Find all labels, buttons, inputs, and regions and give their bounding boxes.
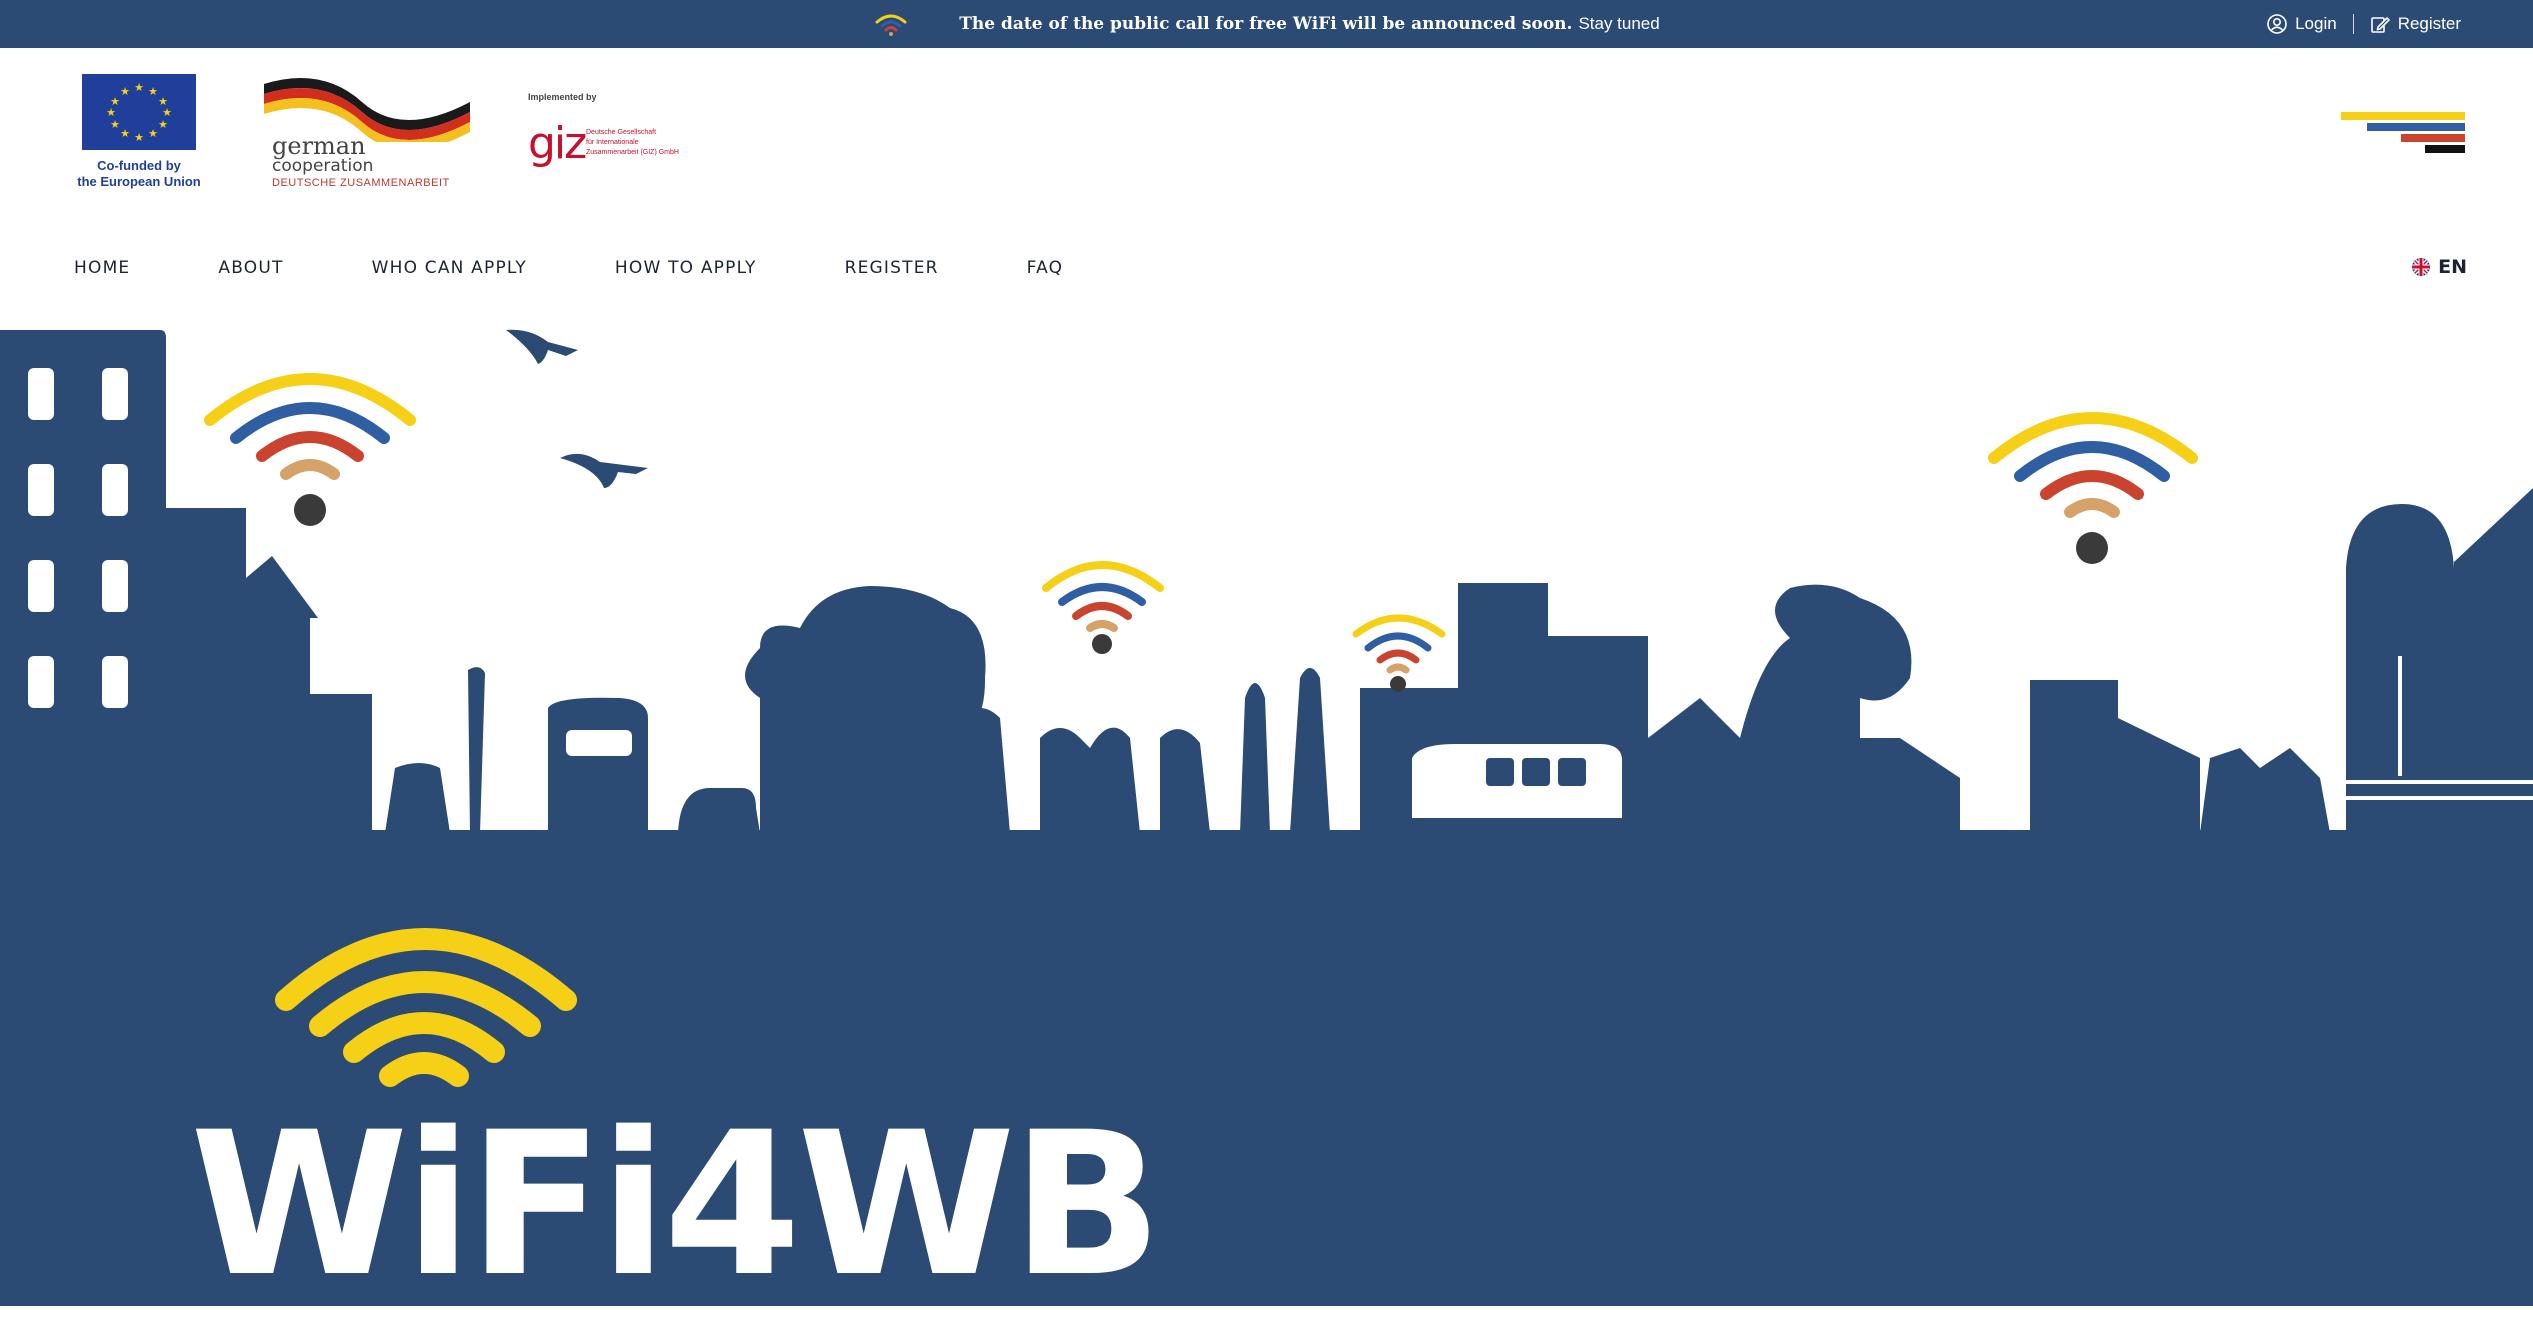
language-label: EN (2438, 256, 2467, 278)
giz-line-2: für Internationale (586, 139, 639, 146)
main-nav: HOME ABOUT WHO CAN APPLY HOW TO APPLY RE… (0, 218, 2533, 318)
svg-text:★: ★ (120, 127, 130, 140)
menu-bar-black (2425, 145, 2465, 153)
eu-caption-line1: Co-funded by (97, 158, 181, 173)
nav-item-who-can-apply[interactable]: WHO CAN APPLY (372, 258, 527, 278)
wifi-icon-small (1352, 614, 1446, 692)
wifi-icon (875, 14, 907, 36)
nav-item-register[interactable]: REGISTER (845, 258, 939, 278)
nav-item-home[interactable]: HOME (74, 258, 130, 278)
register-label: Register (2397, 14, 2461, 33)
brand-title: WiFi4WB (190, 1089, 1162, 1320)
announcement-bar: The date of the public call for free WiF… (0, 0, 2533, 48)
gc-word-cooperation: cooperation (272, 156, 374, 176)
language-selector[interactable]: EN (2412, 256, 2467, 278)
svg-text:★: ★ (110, 95, 120, 108)
wifi-icon-large-right (1988, 412, 2198, 564)
svg-text:★: ★ (110, 118, 120, 131)
nav-item-how-to-apply[interactable]: HOW TO APPLY (615, 258, 757, 278)
nav-item-faq[interactable]: FAQ (1027, 258, 1064, 278)
hero-banner: WiFi4WB (0, 318, 2533, 1306)
nav-item-about[interactable]: ABOUT (218, 258, 283, 278)
gc-word-zusammenarbeit: DEUTSCHE ZUSAMMENARBEIT (272, 177, 450, 189)
wifi-icon-large-left (204, 373, 416, 526)
login-link[interactable]: Login (2267, 14, 2337, 34)
svg-text:★: ★ (120, 85, 130, 98)
auth-links: Login Register (2267, 0, 2461, 48)
eu-caption-line2: the European Union (77, 174, 201, 189)
user-circle-icon (2267, 14, 2287, 34)
svg-text:★: ★ (134, 131, 144, 144)
login-label: Login (2295, 14, 2337, 33)
eu-logo: ★ ★ ★ ★ ★ ★ ★ ★ ★ ★ ★ ★ Co-funded by the Europea… (74, 74, 204, 190)
svg-text:★: ★ (134, 81, 144, 94)
svg-text:★: ★ (148, 85, 158, 98)
menu-bar-red (2401, 134, 2465, 142)
announcement-text: The date of the public call for free WiF… (959, 14, 1573, 34)
auth-divider (2352, 14, 2354, 34)
menu-icon[interactable] (2337, 112, 2465, 156)
giz-mark: giz (528, 118, 587, 169)
wifi-icon-mid (1042, 561, 1164, 654)
register-link[interactable]: Register (2370, 14, 2461, 34)
logo-header: ★ ★ ★ ★ ★ ★ ★ ★ ★ ★ ★ ★ Co-funded by the Europea… (0, 48, 2533, 219)
uk-flag-icon (2412, 258, 2431, 276)
announcement-subtext: Stay tuned (1578, 14, 1660, 33)
edit-icon (2370, 16, 2390, 33)
eu-flag-icon: ★ ★ ★ ★ ★ ★ ★ ★ ★ ★ ★ ★ (82, 74, 196, 150)
giz-implemented-by: Implemented by (528, 92, 597, 102)
svg-text:★: ★ (148, 127, 158, 140)
menu-bar-yellow (2341, 112, 2465, 120)
giz-logo: Implemented by giz Deutsche Gesellschaft… (528, 92, 718, 182)
svg-text:★: ★ (158, 118, 168, 131)
german-cooperation-logo: german cooperation DEUTSCHE ZUSAMMENARBE… (262, 72, 482, 192)
giz-line-1: Deutsche Gesellschaft (586, 129, 657, 136)
giz-line-3: Zusammenarbeit (GIZ) GmbH (586, 149, 679, 156)
menu-bar-blue (2367, 123, 2465, 131)
